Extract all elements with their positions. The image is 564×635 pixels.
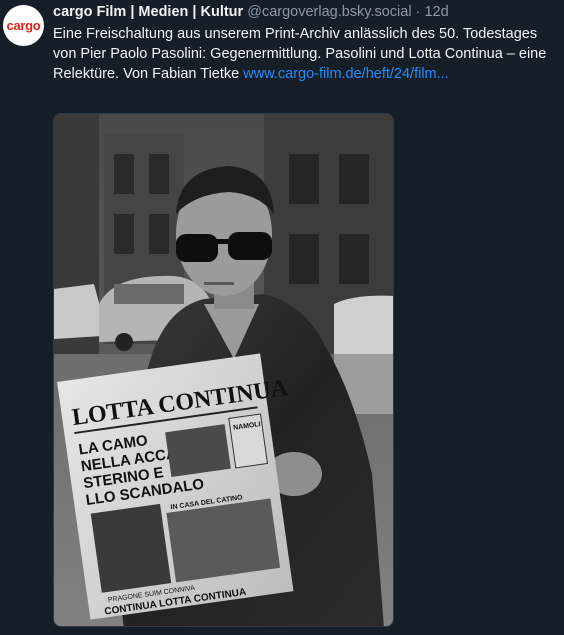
author-display-name[interactable]: cargo Film | Medien | Kultur — [53, 4, 243, 20]
post-header: cargo Film | Medien | Kultur @cargoverla… — [53, 3, 558, 21]
avatar-logo-text: cargo — [6, 18, 41, 33]
photo-pasolini-reading-newspaper: LOTTA CONTINUA LA CAMO NELLA ACCA STERIN… — [54, 114, 393, 626]
author-handle[interactable]: @cargoverlag.bsky.social — [247, 4, 411, 20]
post-text: Eine Freischaltung aus unserem Print-Arc… — [53, 24, 558, 84]
post-content: cargo Film | Medien | Kultur @cargoverla… — [53, 3, 558, 84]
avatar[interactable]: cargo — [3, 5, 44, 46]
post-timestamp[interactable]: 12d — [424, 4, 448, 20]
post-image[interactable]: LOTTA CONTINUA LA CAMO NELLA ACCA STERIN… — [53, 113, 394, 627]
separator-dot: · — [415, 4, 421, 20]
post-link[interactable]: www.cargo-film.de/heft/24/film... — [243, 66, 449, 82]
post: cargo cargo Film | Medien | Kultur @carg… — [0, 0, 564, 635]
